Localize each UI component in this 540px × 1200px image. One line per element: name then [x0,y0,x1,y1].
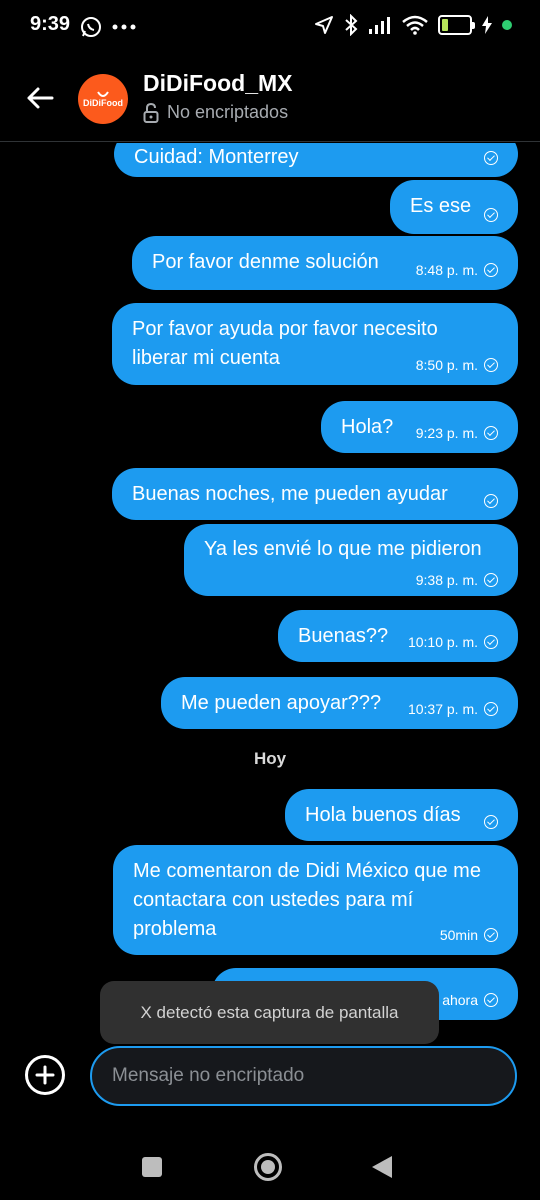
message-bubble[interactable]: Buenas?? 10:10 p. m. [278,610,518,662]
message-time: 8:48 p. m. [415,262,478,278]
contact-name[interactable]: DiDiFood_MX [143,70,293,97]
message-list[interactable]: Cuidad: Monterrey Es ese Por favor denme… [0,143,540,1040]
sent-check-icon [484,494,498,508]
sent-check-icon [484,263,498,277]
status-time: 9:39 [30,13,71,35]
composer [0,1040,540,1116]
message-bubble[interactable]: Me pueden apoyar??? 10:37 p. m. [161,677,518,729]
screenshot-toast: X detectó esta captura de pantalla [100,981,439,1044]
message-text: Hola buenos días [305,804,461,826]
encryption-status: No encriptados [143,102,288,123]
message-text: Buenas noches, me pueden ayudar [132,483,448,505]
add-media-button[interactable] [25,1055,65,1095]
message-time: 8:50 p. m. [415,357,478,373]
charging-icon [482,16,492,34]
message-bubble[interactable]: Ya les envié lo que me pidieron 9:38 p. … [184,524,518,596]
message-time: 10:37 p. m. [407,701,478,717]
home-button[interactable] [254,1153,282,1181]
message-bubble[interactable]: Hola? 9:23 p. m. [321,401,518,453]
message-bubble[interactable]: Buenas noches, me pueden ayudar [112,468,518,520]
plus-icon [35,1065,55,1085]
bluetooth-icon [345,14,358,36]
privacy-indicator-dot [502,20,512,30]
message-bubble[interactable]: Por favor ayuda por favor necesito liber… [112,303,518,385]
avatar[interactable]: DiDiFood [78,74,128,124]
message-bubble[interactable]: Es ese [390,180,518,234]
day-separator: Hoy [253,749,287,768]
location-arrow-icon [315,16,333,34]
battery-icon: 22 [438,15,475,35]
message-time: 9:38 p. m. [415,572,478,588]
back-arrow-icon [27,87,54,109]
sent-check-icon [484,815,498,829]
system-nav-bar [0,1130,540,1200]
message-bubble[interactable]: Me comentaron de Didi México que me cont… [113,845,518,955]
message-time: 50min [439,927,478,943]
message-input[interactable] [90,1046,517,1106]
message-bubble[interactable]: Por favor denme solución 8:48 p. m. [132,236,518,290]
message-time: 9:23 p. m. [415,425,478,441]
sent-check-icon [484,635,498,649]
chat-header: DiDiFood DiDiFood_MX No encriptados [0,56,540,142]
battery-level: 22 [447,17,463,33]
message-bubble[interactable]: Hola buenos días [285,789,518,841]
sent-check-icon [484,993,498,1007]
sent-check-icon [484,208,498,222]
recents-button[interactable] [142,1157,162,1177]
status-bar: 9:39 22 [0,0,540,56]
message-time: ahora [442,992,478,1008]
message-bubble[interactable]: Cuidad: Monterrey [114,143,518,177]
unlocked-icon [143,102,159,123]
signal-icon [369,17,390,34]
wifi-icon [402,15,428,35]
more-dots-icon [112,24,136,30]
system-back-button[interactable] [372,1156,392,1178]
sent-check-icon [484,702,498,716]
sent-check-icon [484,358,498,372]
message-text: Cuidad: Monterrey [134,146,299,168]
message-text: Ya les envié lo que me pidieron [204,538,482,560]
sent-check-icon [484,426,498,440]
encryption-status-label: No encriptados [167,102,289,122]
message-time: 10:10 p. m. [407,634,478,650]
avatar-text: DiDiFood [83,97,123,108]
whatsapp-icon [81,17,101,37]
sent-check-icon [484,151,498,165]
back-button[interactable] [20,80,60,116]
sent-check-icon [484,573,498,587]
sent-check-icon [484,928,498,942]
